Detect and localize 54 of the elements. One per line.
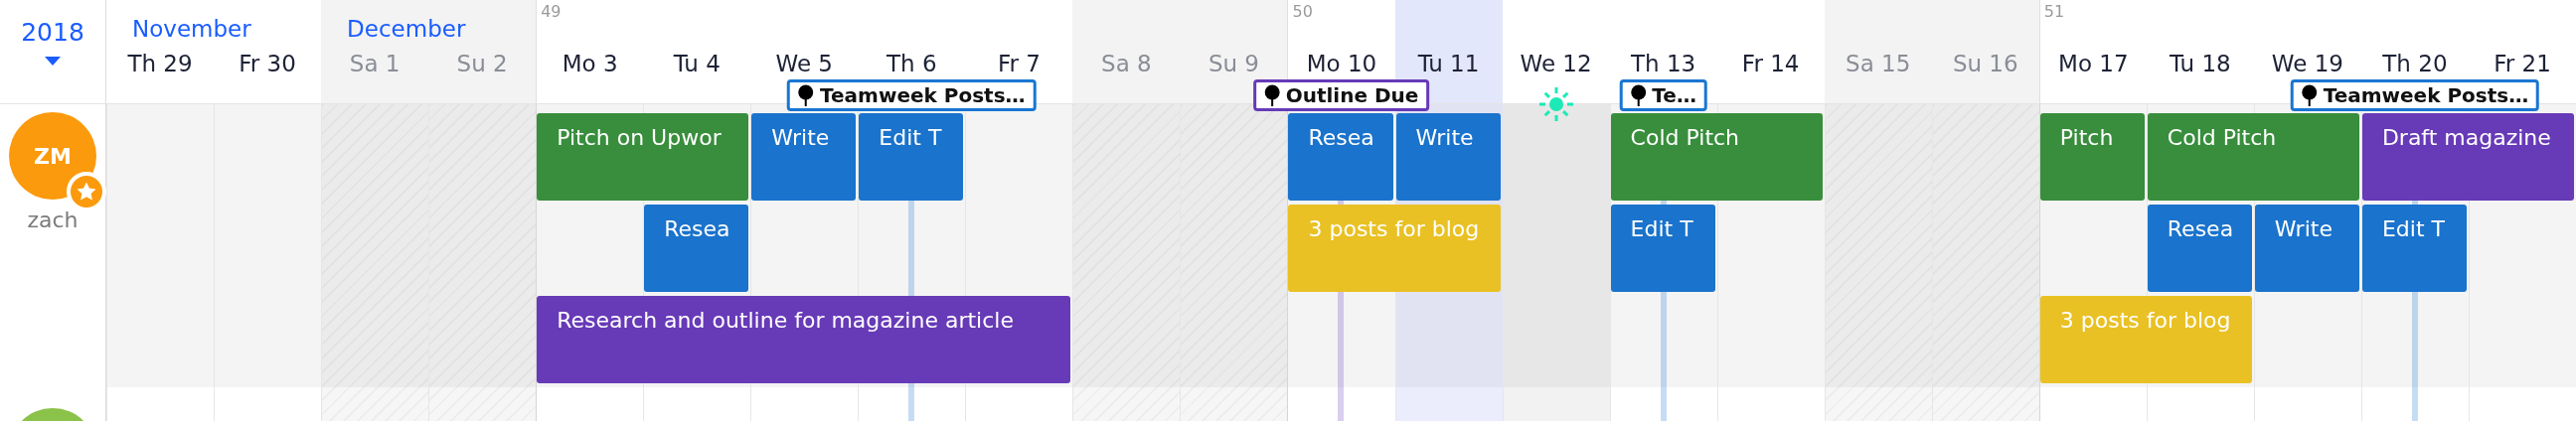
day-label: Tu 18 — [2169, 51, 2231, 76]
task-bar[interactable]: Write — [1395, 113, 1501, 201]
week-number: 51 — [2043, 2, 2065, 21]
task-bar[interactable]: Draft magazine — [2361, 113, 2574, 201]
task-bar[interactable]: Edit T — [859, 113, 964, 201]
day-label: Fr 7 — [997, 51, 1041, 76]
caret-icon[interactable] — [45, 57, 61, 67]
task-bar[interactable]: Write — [751, 113, 857, 201]
task-bar[interactable]: Cold Pitch — [2147, 113, 2359, 201]
task-bar[interactable]: Edit T — [2361, 205, 2467, 292]
day-label: We 19 — [2271, 51, 2343, 76]
pin-icon — [2301, 84, 2318, 106]
pin-icon — [1630, 84, 1647, 106]
milestone-flag[interactable]: Outline Due — [1252, 79, 1430, 111]
task-bar[interactable]: Resea — [2147, 205, 2252, 292]
task-bar[interactable]: Cold Pitch — [1610, 113, 1823, 201]
day-label: Tu 11 — [1417, 51, 1480, 76]
user-name: zach — [27, 208, 79, 232]
day-label: Fr 14 — [1741, 51, 1800, 76]
day-label: Su 16 — [1952, 51, 2018, 76]
day-label: Fr 30 — [239, 51, 296, 76]
week-number: 49 — [541, 2, 562, 21]
day-label: Th 6 — [886, 51, 937, 76]
year-label[interactable]: 2018 — [21, 18, 84, 47]
day-label: Sa 8 — [1101, 51, 1152, 76]
day-label: We 5 — [775, 51, 833, 76]
task-bar[interactable]: Resea — [1288, 113, 1393, 201]
task-bar[interactable]: Pitch on Upwor — [537, 113, 749, 201]
milestone-flag[interactable]: Teamweek Posts… — [2290, 79, 2540, 111]
day-label: Su 9 — [1208, 51, 1259, 76]
day-label: Mo 3 — [562, 51, 618, 76]
day-label: We 12 — [1520, 51, 1592, 76]
day-label: Tu 4 — [673, 51, 721, 76]
week-number: 50 — [1292, 2, 1313, 21]
task-bar[interactable]: Pitch — [2039, 113, 2145, 201]
day-label: Su 2 — [456, 51, 508, 76]
milestone-flag[interactable]: Te… — [1619, 79, 1707, 111]
pin-icon — [798, 84, 815, 106]
task-bar[interactable]: Write — [2254, 205, 2359, 292]
month-label: December — [347, 16, 466, 42]
pin-icon — [1263, 84, 1280, 106]
task-bar[interactable]: Resea — [644, 205, 749, 292]
day-label: Th 13 — [1631, 51, 1696, 76]
task-bar[interactable]: Edit T — [1610, 205, 1715, 292]
day-label: Sa 1 — [349, 51, 401, 76]
day-label: Th 20 — [2382, 51, 2448, 76]
day-label: Fr 21 — [2494, 51, 2551, 76]
milestone-flag[interactable]: Teamweek Posts… — [787, 79, 1037, 111]
day-label: Th 29 — [127, 51, 193, 76]
task-bar[interactable]: Research and outline for magazine article — [537, 296, 1071, 383]
day-label: Mo 10 — [1306, 51, 1377, 76]
month-label: November — [132, 16, 251, 42]
day-label: Mo 17 — [2058, 51, 2129, 76]
day-label: Sa 15 — [1846, 51, 1911, 76]
